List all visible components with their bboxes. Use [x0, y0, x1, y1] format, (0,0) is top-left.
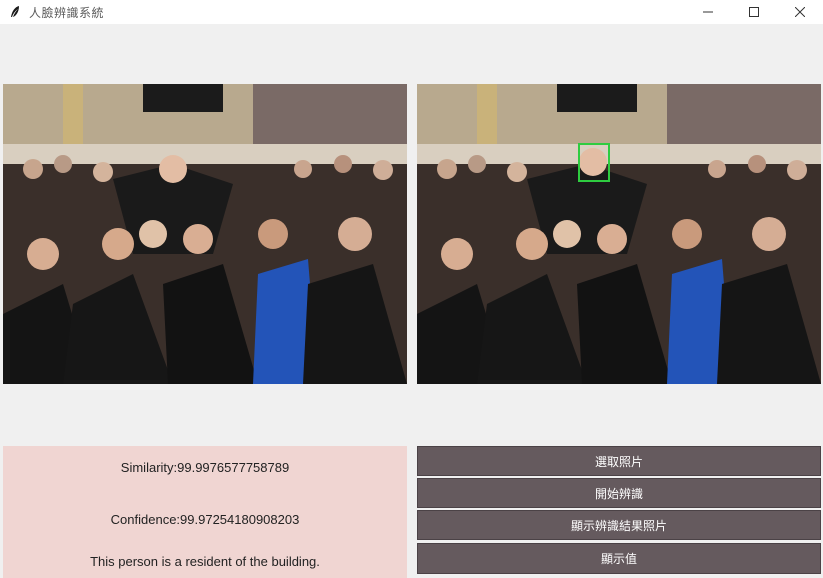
title-bar: 人臉辨識系統	[0, 0, 823, 24]
similarity-text: Similarity:99.9976577758789	[120, 460, 290, 475]
show-result-photo-button[interactable]: 顯示辨識結果照片	[417, 510, 821, 540]
original-photo	[3, 84, 407, 384]
photo-icon	[417, 84, 821, 384]
window-title: 人臉辨識系統	[29, 5, 105, 20]
feather-icon	[7, 4, 23, 20]
photo-icon	[3, 84, 407, 384]
maximize-icon	[749, 7, 759, 17]
start-recognition-button[interactable]: 開始辨識	[417, 478, 821, 508]
confidence-text: Confidence:99.97254180908203	[110, 512, 300, 527]
close-button[interactable]	[777, 0, 823, 24]
minimize-icon	[703, 11, 713, 13]
maximize-button[interactable]	[731, 0, 777, 24]
minimize-button[interactable]	[685, 0, 731, 24]
result-photo	[417, 84, 821, 384]
close-icon	[795, 7, 805, 17]
select-photo-button[interactable]: 選取照片	[417, 446, 821, 476]
show-value-button[interactable]: 顯示值	[417, 543, 821, 574]
result-panel: Similarity:99.9976577758789 Confidence:9…	[3, 446, 407, 578]
resident-status-text: This person is a resident of the buildin…	[90, 554, 320, 569]
